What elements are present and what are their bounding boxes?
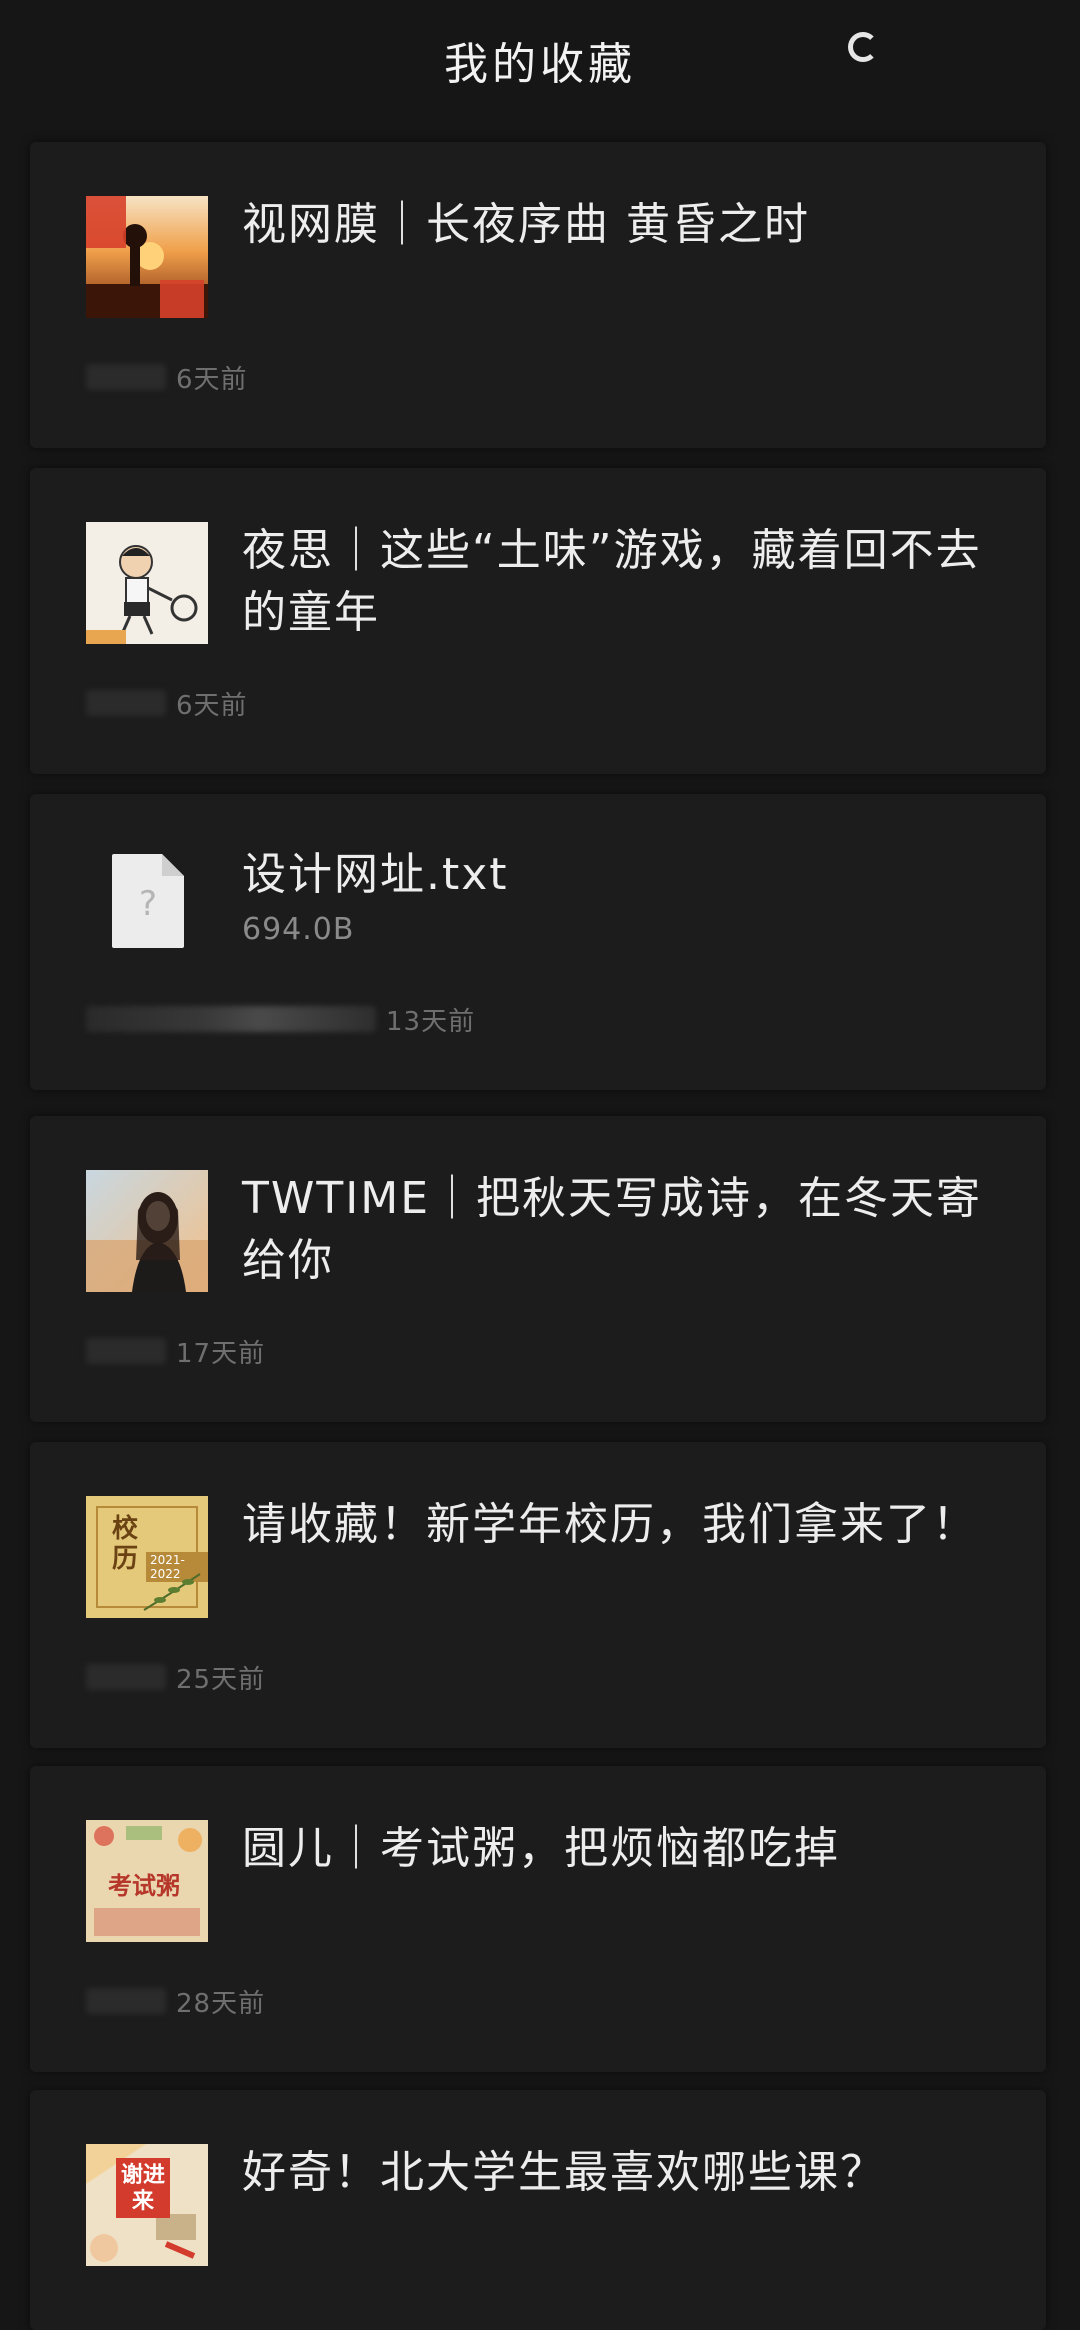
file-size: 694.0B bbox=[242, 912, 355, 947]
item-title: 好奇！北大学生最喜欢哪些课？ bbox=[242, 2147, 886, 2198]
file-question-mark: ? bbox=[138, 884, 158, 924]
item-meta: 17天前 bbox=[86, 1336, 265, 1369]
item-time: 13天前 bbox=[386, 1006, 476, 1037]
list-item[interactable]: 夜思｜这些“土味”游戏，藏着回不去的童年 6天前 bbox=[30, 468, 1046, 774]
blurred-source bbox=[86, 1664, 166, 1690]
list-item[interactable]: 视网膜｜长夜序曲 黄昏之时 6天前 bbox=[30, 142, 1046, 448]
thumbnail-congee: 考试粥 bbox=[86, 1820, 208, 1942]
loading-spinner-icon bbox=[848, 32, 878, 62]
calendar-thumb-text: 校历 bbox=[112, 1514, 139, 1574]
item-meta: 25天前 bbox=[86, 1662, 265, 1695]
item-time: 6天前 bbox=[176, 364, 248, 395]
item-time: 17天前 bbox=[176, 1338, 266, 1369]
item-title: 请收藏！新学年校历，我们拿来了！ bbox=[242, 1499, 978, 1550]
blurred-source bbox=[86, 1988, 166, 2014]
blurred-source bbox=[86, 690, 166, 716]
item-time: 25天前 bbox=[176, 1664, 266, 1695]
blurred-source bbox=[86, 1006, 376, 1032]
list-item[interactable]: 校历 2021-2022 请收藏！新学年校历，我们拿来了！ 25天前 bbox=[30, 1442, 1046, 1748]
blurred-source bbox=[86, 1338, 166, 1364]
list-item[interactable]: 谢进来 好奇！北大学生最喜欢哪些课？ bbox=[30, 2090, 1046, 2330]
list-item[interactable]: TWTIME｜把秋天写成诗，在冬天寄给你 17天前 bbox=[30, 1116, 1046, 1422]
item-time: 28天前 bbox=[176, 1988, 266, 2019]
page-title: 我的收藏 bbox=[444, 39, 636, 90]
item-title: 视网膜｜长夜序曲 黄昏之时 bbox=[242, 199, 810, 250]
leaf-decoration-icon bbox=[143, 1573, 201, 1611]
item-time: 6天前 bbox=[176, 690, 248, 721]
thumbnail-sunset bbox=[86, 196, 208, 318]
item-title: 设计网址.txt bbox=[242, 849, 509, 900]
item-meta: 6天前 bbox=[86, 688, 248, 721]
item-title: 夜思｜这些“土味”游戏，藏着回不去的童年 bbox=[242, 525, 982, 638]
thumbnail-calendar: 校历 2021-2022 bbox=[86, 1496, 208, 1618]
thumbnail-portrait bbox=[86, 1170, 208, 1292]
thumbnail-child-illustration bbox=[86, 522, 208, 644]
list-item[interactable]: 考试粥 圆儿｜考试粥，把烦恼都吃掉 28天前 bbox=[30, 1766, 1046, 2072]
item-meta: 28天前 bbox=[86, 1986, 265, 2019]
congee-thumb-text: 考试粥 bbox=[108, 1871, 180, 1900]
list-item-file[interactable]: ? 设计网址.txt 694.0B 13天前 bbox=[30, 794, 1046, 1090]
lesson-thumb-text: 谢进来 bbox=[116, 2158, 170, 2218]
header-bar: 我的收藏 bbox=[0, 0, 1080, 120]
item-title: 圆儿｜考试粥，把烦恼都吃掉 bbox=[242, 1823, 840, 1874]
item-meta: 13天前 bbox=[86, 1004, 475, 1037]
blurred-source bbox=[86, 364, 166, 390]
item-title: TWTIME｜把秋天写成诗，在冬天寄给你 bbox=[242, 1173, 982, 1286]
thumbnail-lesson-poster: 谢进来 bbox=[86, 2144, 208, 2266]
item-meta: 6天前 bbox=[86, 362, 248, 395]
